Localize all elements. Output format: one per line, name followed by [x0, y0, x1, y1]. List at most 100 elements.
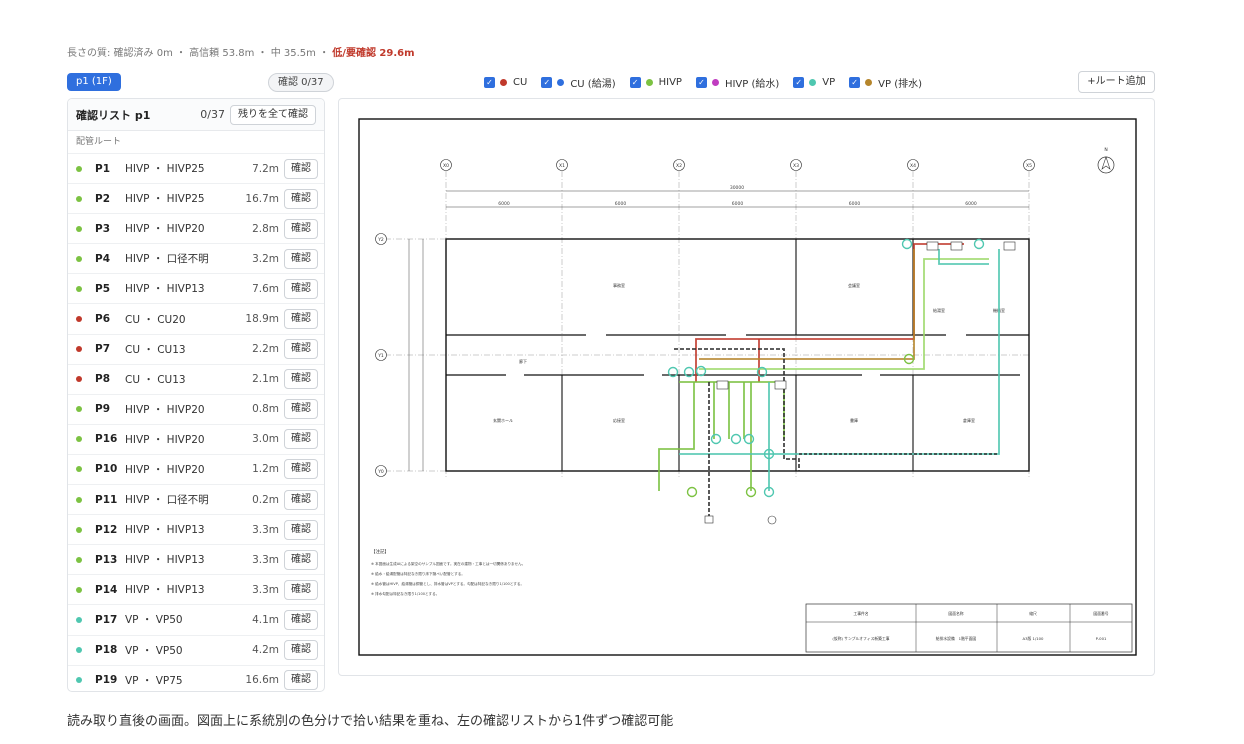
note-line: ※ 給水・給湯配管は特記なき限り床下隠ぺい配管とする。 [371, 571, 465, 576]
titleblock-header: 図面名称 [948, 611, 963, 616]
drawing-canvas[interactable]: X0 X1 X2 X3 X4 X5 Y2 Y1 Y0 30000 6000 6000 6000 6000 6… [338, 98, 1155, 676]
route-row[interactable]: P3 HIVP ・ HIVP20 2.8m 確認 [68, 213, 324, 243]
confirm-button[interactable]: 確認 [284, 309, 318, 330]
legend-label: VP [822, 77, 836, 88]
system-color-dot [76, 255, 82, 262]
dimension-total: 30000 [730, 185, 744, 191]
grid-label: X2 [676, 163, 682, 169]
north-arrow-icon [1097, 156, 1115, 174]
figure-caption: 読み取り直後の画面。図面上に系統別の色分けで拾い結果を重ね、左の確認リストから1… [67, 714, 674, 729]
route-id: P14 [95, 583, 118, 596]
route-length: 1.2m [252, 463, 279, 476]
stats-prefix: 長さの質: 確認済み 0m ・ 高信頼 53.8m ・ 中 35.5m ・ [67, 48, 330, 59]
note-line: ※ 給水管はHIVP、給湯管は銅管とし、排水管はVPとする。勾配は特記なき限り1… [371, 581, 524, 586]
legend-item[interactable]: ✓ HIVP (給水) [695, 75, 779, 90]
route-row[interactable]: P10 HIVP ・ HIVP20 1.2m 確認 [68, 453, 324, 484]
system-color-dot [76, 406, 82, 413]
route-row[interactable]: P14 HIVP ・ HIVP13 3.3m 確認 [68, 574, 324, 604]
meter-box [704, 515, 714, 524]
route-id: P1 [95, 162, 111, 175]
route-row[interactable]: P13 HIVP ・ HIVP13 3.3m 確認 [68, 544, 324, 574]
legend-item[interactable]: ✓ CU (給湯) [541, 75, 616, 90]
confirm-button[interactable]: 確認 [284, 489, 318, 510]
system-color-dot [76, 586, 82, 593]
confirm-button[interactable]: 確認 [284, 459, 318, 480]
route-row[interactable]: P11 HIVP ・ 口径不明 0.2m 確認 [68, 484, 324, 514]
route-id: P17 [95, 613, 118, 626]
room-label: 玄関ホール [493, 417, 513, 423]
confirm-button[interactable]: 確認 [284, 549, 318, 570]
route-description: CU ・ CU13 [125, 373, 186, 386]
grid-label: Y0 [377, 469, 384, 475]
route-row[interactable]: P18 VP ・ VP50 4.2m 確認 [68, 634, 324, 665]
route-row[interactable]: P9 HIVP ・ HIVP20 0.8m 確認 [68, 393, 324, 424]
grid-label: X3 [793, 163, 799, 169]
checkbox-checked-icon[interactable]: ✓ [695, 77, 707, 88]
confirm-button[interactable]: 確認 [284, 429, 318, 450]
route-id: P10 [95, 463, 118, 476]
confirm-button[interactable]: 確認 [284, 339, 318, 360]
system-color-dot [76, 466, 82, 473]
confirm-button[interactable]: 確認 [284, 640, 318, 661]
stats-warning: 低/要確認 29.6m [332, 48, 415, 59]
confirm-button[interactable]: 確認 [284, 399, 318, 420]
checkbox-checked-icon[interactable]: ✓ [541, 77, 553, 88]
route-id: P2 [95, 192, 111, 205]
confirm-button[interactable]: 確認 [284, 609, 318, 630]
grid-label: X5 [1026, 163, 1032, 169]
system-color-dot [76, 647, 82, 654]
route-length: 16.6m [245, 674, 279, 687]
confirm-button[interactable]: 確認 [284, 218, 318, 239]
route-row[interactable]: P2 HIVP ・ HIVP25 16.7m 確認 [68, 183, 324, 213]
confirm-button[interactable]: 確認 [284, 278, 318, 299]
confirm-button[interactable]: 確認 [284, 248, 318, 269]
system-color-dot [865, 79, 873, 86]
add-route-button[interactable]: +ルート追加 [1078, 71, 1155, 93]
route-row[interactable]: P12 HIVP ・ HIVP13 3.3m 確認 [68, 514, 324, 544]
route-row[interactable]: P1 HIVP ・ HIVP25 7.2m 確認 [68, 153, 324, 183]
page-select-button[interactable]: p1 (1F) [67, 73, 121, 91]
route-description: CU ・ CU13 [125, 343, 186, 356]
route-row[interactable]: P6 CU ・ CU20 18.9m 確認 [68, 303, 324, 333]
room-label: 事務室 [613, 282, 625, 288]
route-row[interactable]: P7 CU ・ CU13 2.2m 確認 [68, 333, 324, 364]
route-length: 3.2m [252, 252, 279, 265]
legend-item[interactable]: ✓ CU [484, 77, 527, 88]
route-row[interactable]: P19 VP ・ VP75 16.6m 確認 [68, 664, 324, 691]
route-row[interactable]: P4 HIVP ・ 口径不明 3.2m 確認 [68, 243, 324, 273]
checkbox-checked-icon[interactable]: ✓ [849, 77, 861, 88]
route-id: P13 [95, 553, 118, 566]
legend-item[interactable]: ✓ HIVP [629, 77, 682, 88]
route-row[interactable]: P5 HIVP ・ HIVP13 7.6m 確認 [68, 273, 324, 303]
fixture-marker [730, 433, 742, 445]
confirm-button[interactable]: 確認 [284, 369, 318, 390]
route-length: 2.1m [252, 373, 279, 386]
pipe-route [699, 249, 915, 360]
route-description: CU ・ CU20 [125, 313, 186, 326]
room-label: 給湯室 [933, 307, 945, 313]
checkbox-checked-icon[interactable]: ✓ [793, 77, 805, 88]
fixture-marker [743, 433, 755, 445]
legend-item[interactable]: ✓ VP (排水) [849, 75, 922, 90]
confirm-button[interactable]: 確認 [284, 188, 318, 209]
route-row[interactable]: P8 CU ・ CU13 2.1m 確認 [68, 363, 324, 394]
route-description: HIVP ・ HIVP25 [125, 193, 205, 206]
titleblock-value: A3版 1/100 [1023, 636, 1045, 641]
confirm-all-button[interactable]: 残りを全て確認 [230, 104, 316, 125]
fixture-marker [973, 238, 985, 250]
checklist-header: 確認リスト p1 0/37 残りを全て確認 [68, 99, 324, 131]
confirm-button[interactable]: 確認 [284, 158, 318, 179]
legend-item[interactable]: ✓ VP [793, 77, 835, 88]
system-color-dot [76, 616, 82, 623]
route-row[interactable]: P16 HIVP ・ HIVP20 3.0m 確認 [68, 423, 324, 454]
checkbox-checked-icon[interactable]: ✓ [484, 77, 495, 88]
route-row[interactable]: P17 VP ・ VP50 4.1m 確認 [68, 604, 324, 634]
checkbox-checked-icon[interactable]: ✓ [629, 77, 641, 88]
confirm-button[interactable]: 確認 [284, 519, 318, 540]
route-description: HIVP ・ HIVP13 [125, 554, 205, 567]
room-label: 書庫 [850, 417, 858, 423]
confirm-button[interactable]: 確認 [284, 579, 318, 600]
confirm-button[interactable]: 確認 [284, 670, 318, 691]
floor-plan-svg[interactable]: X0 X1 X2 X3 X4 X5 Y2 Y1 Y0 30000 6000 6000 6000 6000 6… [339, 99, 1156, 677]
dimension-span: 6000 [615, 201, 627, 207]
